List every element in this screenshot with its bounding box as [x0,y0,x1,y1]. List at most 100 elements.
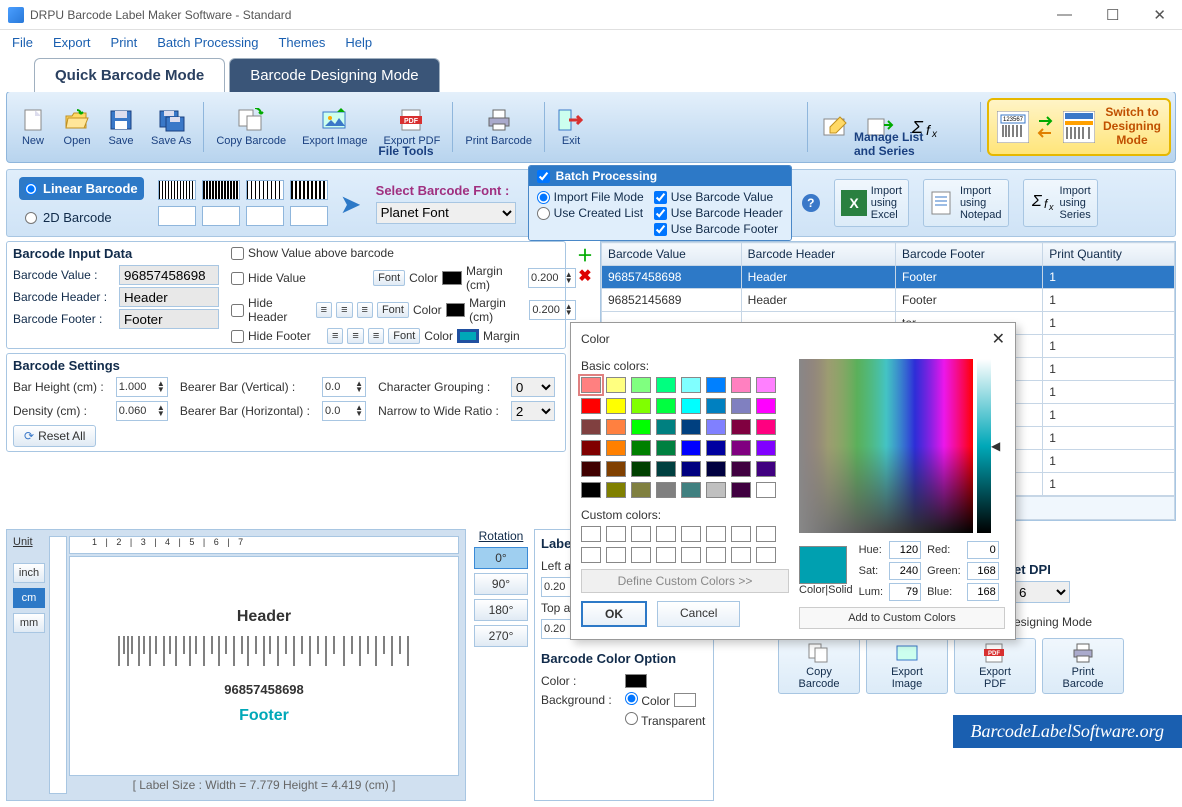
header-margin[interactable]: 0.200▲▼ [529,300,575,320]
add-custom-button[interactable]: Add to Custom Colors [799,607,1005,629]
basic-color-swatch[interactable] [606,377,626,393]
basic-color-swatch[interactable] [656,440,676,456]
color-gradient[interactable] [799,359,973,533]
custom-color-swatch[interactable] [756,547,776,563]
batch-checkbox[interactable] [537,170,550,183]
minimize-button[interactable]: — [1049,4,1080,26]
bearer-h-input[interactable]: 0.0▲▼ [322,401,366,421]
grid-add-row[interactable]: ＋ [576,245,594,263]
char-group-select[interactable]: 0 [511,377,555,397]
basic-color-swatch[interactable] [706,377,726,393]
dpi-select[interactable]: 6 [1014,581,1070,603]
basic-color-swatch[interactable] [631,461,651,477]
use-footer-check[interactable]: Use Barcode Footer [654,222,783,236]
align-c-1[interactable]: ≡ [336,302,352,318]
basic-color-swatch[interactable] [681,461,701,477]
basic-color-swatch[interactable] [581,440,601,456]
save-button[interactable]: Save [99,97,143,157]
maximize-button[interactable]: ☐ [1098,4,1127,26]
hide-header-check[interactable]: Hide Header [231,296,312,324]
basic-color-swatch[interactable] [706,482,726,498]
hue-input[interactable] [889,541,921,559]
2d-barcode-radio[interactable]: 2D Barcode [19,206,144,229]
menu-file[interactable]: File [12,35,33,50]
value-font-btn[interactable]: Font [373,270,405,286]
basic-color-swatch[interactable] [606,398,626,414]
align-c-2[interactable]: ≡ [347,328,363,344]
hide-value-check[interactable]: Hide Value [231,271,314,285]
export-image-button[interactable]: Export Image [294,97,375,157]
bar-height-input[interactable]: 1.000▲▼ [116,377,168,397]
copy-barcode-button-2[interactable]: Copy Barcode [778,638,860,694]
align-r-1[interactable]: ≡ [357,302,373,318]
custom-color-swatch[interactable] [581,526,601,542]
basic-color-swatch[interactable] [581,377,601,393]
basic-color-swatch[interactable] [756,461,776,477]
rotation-90[interactable]: 90° [474,573,528,595]
basic-color-swatch[interactable] [681,482,701,498]
barcode-header-input[interactable] [119,287,219,307]
color-cancel-button[interactable]: Cancel [657,601,740,627]
new-button[interactable]: New [11,97,55,157]
narrow-wide-select[interactable]: 2 [511,401,555,421]
footer-color[interactable] [457,329,479,343]
bg-transparent-radio[interactable]: Transparent [625,712,705,728]
grid-delete-row[interactable]: ✖ [576,267,594,285]
custom-color-swatch[interactable] [706,526,726,542]
basic-color-swatch[interactable] [731,419,751,435]
bg-color-radio[interactable]: Color [625,692,670,708]
basic-color-swatch[interactable] [606,461,626,477]
tab-designing-mode[interactable]: Barcode Designing Mode [229,58,439,92]
tab-quick-barcode[interactable]: Quick Barcode Mode [34,58,225,92]
menu-batch[interactable]: Batch Processing [157,35,258,50]
basic-color-swatch[interactable] [581,461,601,477]
custom-color-swatch[interactable] [581,547,601,563]
basic-color-swatch[interactable] [631,482,651,498]
header-color[interactable] [446,303,466,317]
custom-color-swatch[interactable] [756,526,776,542]
custom-color-swatch[interactable] [731,547,751,563]
rotation-0[interactable]: 0° [474,547,528,569]
rotation-270[interactable]: 270° [474,625,528,647]
basic-color-swatch[interactable] [706,419,726,435]
basic-color-swatch[interactable] [581,419,601,435]
basic-color-swatch[interactable] [706,440,726,456]
basic-color-swatch[interactable] [756,377,776,393]
reset-all-button[interactable]: ⟳Reset All [13,425,96,447]
menu-export[interactable]: Export [53,35,91,50]
use-created-radio[interactable]: Use Created List [537,206,644,220]
table-row[interactable]: 96852145689HeaderFooter1 [602,289,1175,312]
custom-color-swatch[interactable] [606,547,626,563]
custom-color-swatch[interactable] [656,526,676,542]
basic-color-swatch[interactable] [581,398,601,414]
value-margin[interactable]: 0.200▲▼ [528,268,576,288]
basic-color-swatch[interactable] [681,419,701,435]
green-input[interactable] [967,562,999,580]
export-image-button-2[interactable]: Export Image [866,638,948,694]
switch-mode-button[interactable]: 123567 Switch toDesigningMode [987,98,1171,156]
basic-color-swatch[interactable] [731,482,751,498]
basic-color-swatch[interactable] [631,419,651,435]
lum-arrow-icon[interactable]: ◀ [991,439,1000,453]
custom-color-swatch[interactable] [631,526,651,542]
basic-color-swatch[interactable] [656,419,676,435]
luminosity-bar[interactable] [977,359,991,533]
basic-color-swatch[interactable] [656,461,676,477]
align-l-2[interactable]: ≡ [327,328,343,344]
bg-color-swatch[interactable] [674,693,696,707]
exit-button[interactable]: Exit [549,97,593,157]
header-font-btn[interactable]: Font [377,302,409,318]
help-icon[interactable]: ? [802,194,820,212]
custom-color-swatch[interactable] [606,526,626,542]
menu-themes[interactable]: Themes [278,35,325,50]
basic-color-swatch[interactable] [656,482,676,498]
basic-color-swatch[interactable] [731,461,751,477]
save-as-button[interactable]: Save As [143,97,199,157]
basic-color-swatch[interactable] [756,419,776,435]
basic-color-swatch[interactable] [756,482,776,498]
import-file-radio[interactable]: Import File Mode [537,190,644,204]
basic-color-swatch[interactable] [631,440,651,456]
basic-color-swatch[interactable] [656,377,676,393]
basic-color-swatch[interactable] [681,440,701,456]
align-l-1[interactable]: ≡ [316,302,332,318]
